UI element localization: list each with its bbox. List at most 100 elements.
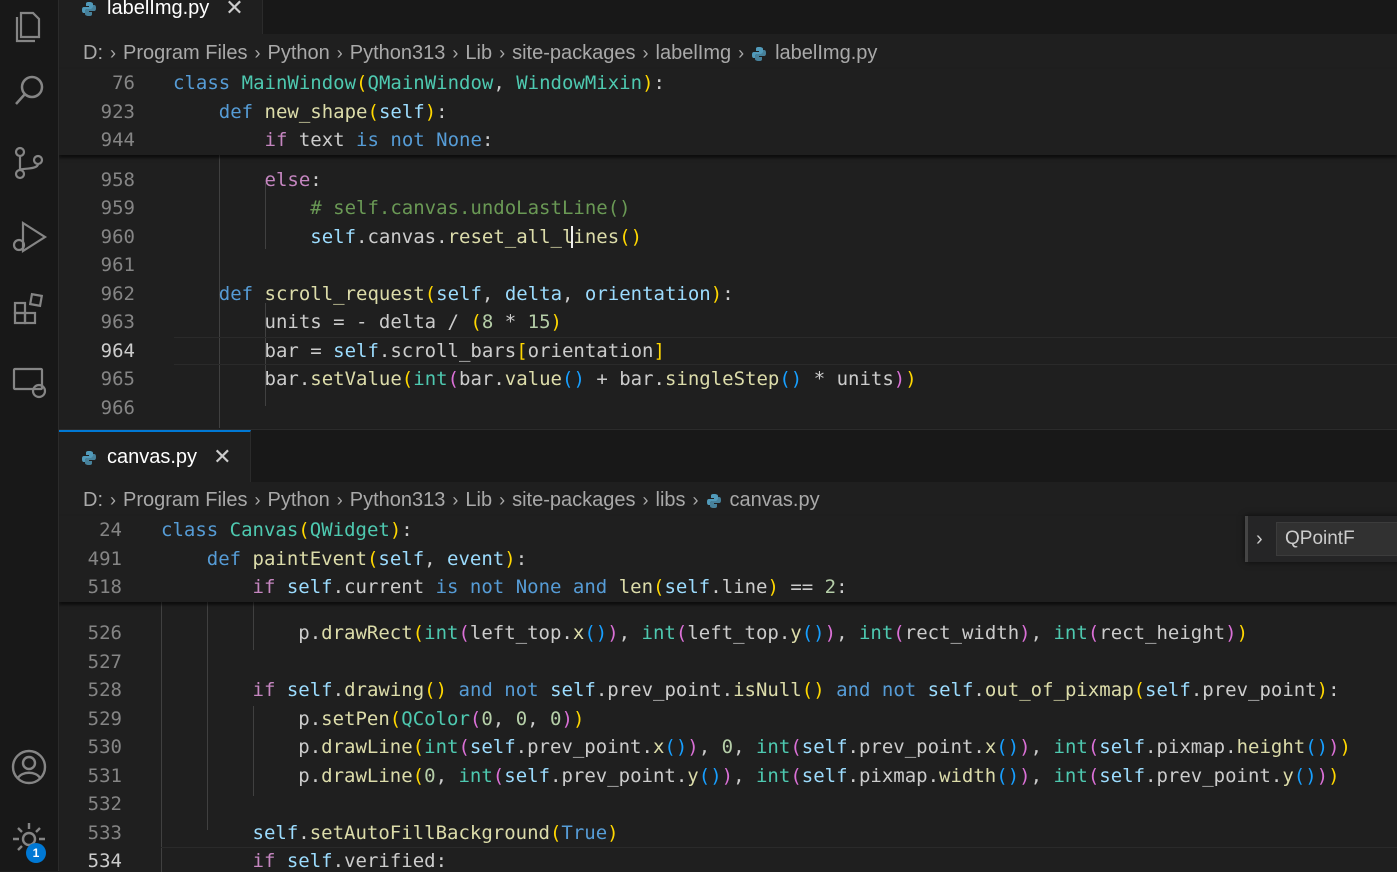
line-number: 923 <box>100 101 135 123</box>
source-control-icon[interactable] <box>0 138 58 188</box>
code-line: p.drawLine(int(self.prev_point.x()), 0, … <box>161 736 1351 758</box>
breadcrumb-item[interactable]: labelImg <box>656 42 732 65</box>
breadcrumb-item[interactable]: site-packages <box>512 489 635 512</box>
breadcrumb: D: › Program Files › Python › Python313 › Li… <box>83 38 877 68</box>
chevron-right-icon: › <box>110 42 116 63</box>
chevron-right-icon: › <box>336 489 343 510</box>
line-number: 966 <box>100 397 135 419</box>
line-number: 532 <box>87 793 122 815</box>
line-number: 963 <box>100 311 135 333</box>
code-editor-top[interactable]: 76 class MainWindow(QMainWindow, WindowMi… <box>59 69 1397 428</box>
code-line: if self.verified: <box>252 850 448 872</box>
activity-bar: 1 <box>0 0 59 871</box>
explorer-icon[interactable] <box>0 0 58 50</box>
breadcrumb-item[interactable]: libs <box>656 489 686 512</box>
chevron-right-icon: › <box>452 489 459 510</box>
close-icon[interactable]: ✕ <box>225 0 243 21</box>
line-number: 960 <box>100 226 135 248</box>
code-line: p.drawLine(0, int(self.prev_point.y()), … <box>161 765 1340 787</box>
search-icon[interactable] <box>0 66 58 116</box>
code-line: # self.canvas.undoLastLine() <box>310 197 631 219</box>
breadcrumb-item[interactable]: Python <box>267 489 329 512</box>
chevron-right-icon[interactable]: › <box>1256 528 1263 551</box>
line-number: 528 <box>87 679 122 701</box>
code-line: else: <box>264 169 322 191</box>
line-number: 530 <box>87 736 122 758</box>
notification-badge: 1 <box>26 843 46 863</box>
line-number: 964 <box>100 340 135 362</box>
breadcrumb-item[interactable]: Program Files <box>123 489 247 512</box>
breadcrumb-file[interactable]: canvas.py <box>706 489 820 512</box>
line-number: 962 <box>100 283 135 305</box>
code-line: p.drawRect(int(left_top.x()), int(left_t… <box>161 622 1249 644</box>
code-line: class MainWindow(QMainWindow, WindowMixi… <box>173 72 665 94</box>
line-number: 958 <box>100 169 135 191</box>
breadcrumb-item[interactable]: Program Files <box>123 42 247 65</box>
code-line: units = - delta / (8 * 15) <box>173 311 563 333</box>
chevron-right-icon: › <box>499 489 506 510</box>
code-editor-bottom[interactable]: 24 class Canvas(QWidget): 491 def paintEv… <box>59 516 1397 872</box>
breadcrumb-file[interactable]: labelImg.py <box>751 42 877 65</box>
code-line: class Canvas(QWidget): <box>161 519 413 541</box>
breadcrumb-item[interactable]: site-packages <box>512 42 635 65</box>
line-number: 531 <box>87 765 122 787</box>
breadcrumb-item[interactable]: D: <box>83 42 103 65</box>
line-number: 24 <box>99 519 122 541</box>
breadcrumb-item[interactable]: Lib <box>465 489 492 512</box>
chevron-right-icon: › <box>692 489 699 510</box>
code-line: bar.setValue(int(bar.value() + bar.singl… <box>173 368 917 390</box>
python-file-icon <box>81 0 97 16</box>
line-number: 961 <box>100 254 135 276</box>
code-line: self.setAutoFillBackground(True) <box>252 822 619 844</box>
breadcrumb-item[interactable]: Python313 <box>350 42 446 65</box>
close-icon[interactable]: ✕ <box>213 444 231 470</box>
line-number: 76 <box>112 72 135 94</box>
code-line: def paintEvent(self, event): <box>206 548 528 570</box>
line-number: 526 <box>87 622 122 644</box>
find-input[interactable]: QPointF <box>1276 522 1397 556</box>
chevron-right-icon: › <box>642 489 649 510</box>
line-number: 529 <box>87 708 122 730</box>
breadcrumb-item[interactable]: Python313 <box>350 489 446 512</box>
code-line: def scroll_request(self, delta, orientat… <box>218 283 734 305</box>
remote-explorer-icon[interactable] <box>0 356 58 406</box>
sticky-scroll: 24 class Canvas(QWidget): 491 def paintEv… <box>59 516 1397 602</box>
line-number: 959 <box>100 197 135 219</box>
tab-labelimg[interactable]: labelImg.py ✕ <box>59 0 263 34</box>
run-debug-icon[interactable] <box>0 210 58 260</box>
chevron-right-icon: › <box>254 489 261 510</box>
code-line: p.setPen(QColor(0, 0, 0)) <box>161 708 585 730</box>
line-number: 534 <box>87 850 122 872</box>
extensions-icon[interactable] <box>0 284 58 334</box>
chevron-right-icon: › <box>254 42 261 63</box>
chevron-right-icon: › <box>452 42 459 63</box>
chevron-right-icon: › <box>110 489 116 510</box>
find-widget[interactable]: › QPointF <box>1245 516 1397 562</box>
breadcrumb-item: labelImg.py <box>775 41 878 64</box>
line-number: 491 <box>87 548 122 570</box>
breadcrumb-item[interactable]: D: <box>83 489 103 512</box>
code-line: bar = self.scroll_bars[orientation] <box>173 340 665 362</box>
breadcrumb-item[interactable]: Lib <box>465 42 492 65</box>
editor-pane-bottom: canvas.py ✕ D: › Program Files › Python › P… <box>59 429 1397 872</box>
line-number: 533 <box>87 822 122 844</box>
tab-bar: canvas.py ✕ <box>59 430 1397 482</box>
code-line: if text is not None: <box>264 129 494 151</box>
python-file-icon <box>751 45 767 61</box>
chevron-right-icon: › <box>642 42 649 63</box>
breadcrumb-item: canvas.py <box>729 488 820 511</box>
python-file-icon <box>81 449 97 465</box>
accounts-icon[interactable] <box>0 742 58 792</box>
chevron-right-icon: › <box>336 42 343 63</box>
chevron-right-icon: › <box>499 42 506 63</box>
python-file-icon <box>706 492 722 508</box>
tab-bar: labelImg.py ✕ <box>59 0 1397 34</box>
chevron-right-icon: › <box>738 42 745 63</box>
breadcrumb-item[interactable]: Python <box>267 42 329 65</box>
editor-pane-top: labelImg.py ✕ D: › Program Files › Python ›… <box>59 0 1397 428</box>
code-line: if self.current is not None and len(self… <box>252 576 848 598</box>
tab-label: labelImg.py <box>107 0 210 19</box>
tab-label: canvas.py <box>107 445 198 468</box>
line-number: 965 <box>100 368 135 390</box>
tab-canvas[interactable]: canvas.py ✕ <box>59 430 251 482</box>
